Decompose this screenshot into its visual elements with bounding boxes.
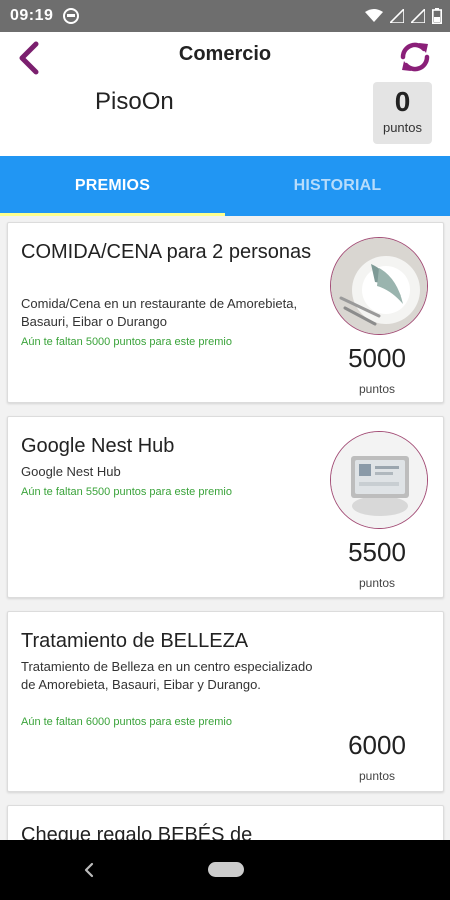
points-label: puntos — [382, 120, 423, 135]
reward-description: Google Nest Hub — [21, 464, 121, 479]
signal-icon — [390, 9, 404, 23]
shop-name: PisoOn — [95, 88, 174, 115]
status-bar: 09:19 — [0, 0, 450, 32]
dinner-plate-image — [330, 237, 428, 335]
reward-card[interactable]: COMIDA/CENA para 2 personas Comida/Cena … — [7, 222, 444, 403]
signal-icon — [411, 9, 425, 23]
reward-card[interactable]: Tratamiento de BELLEZA Tratamiento de Be… — [7, 611, 444, 792]
reward-missing-points: Aún te faltan 6000 puntos para este prem… — [21, 716, 232, 728]
reward-title: COMIDA/CENA para 2 personas — [21, 241, 312, 263]
reward-points-label: puntos — [358, 382, 396, 396]
reward-points: 6000 — [348, 730, 406, 760]
smart-display-image — [330, 431, 428, 529]
status-icons — [365, 8, 442, 24]
battery-icon — [432, 8, 442, 24]
reward-description: Tratamiento de Belleza en un centro espe… — [21, 659, 313, 692]
reward-card[interactable]: Cheque regalo BEBÉS de — [7, 805, 444, 840]
reward-points: 5500 — [348, 537, 406, 567]
status-time: 09:19 — [10, 7, 54, 24]
refresh-icon — [400, 42, 430, 72]
points-badge: 0 puntos — [373, 82, 432, 144]
reward-title: Tratamiento de BELLEZA — [21, 630, 249, 652]
nav-back-icon[interactable] — [78, 858, 98, 882]
dnd-icon — [63, 8, 80, 24]
reward-card[interactable]: Google Nest Hub Google Nest Hub Aún te f… — [7, 416, 444, 598]
system-nav-bar — [0, 840, 450, 900]
points-value: 0 — [394, 86, 411, 117]
reward-points: 5000 — [348, 343, 406, 373]
nav-home-pill[interactable] — [208, 862, 244, 877]
reward-points-label: puntos — [358, 769, 396, 783]
reward-missing-points: Aún te faltan 5000 puntos para este prem… — [21, 336, 232, 348]
tab-historial[interactable]: HISTORIAL — [225, 156, 450, 216]
app-header: Comercio PisoOn 0 puntos — [0, 32, 450, 156]
reward-title: Cheque regalo BEBÉS de — [21, 824, 253, 840]
page-title: Comercio — [178, 43, 272, 65]
reward-points-label: puntos — [358, 576, 396, 590]
refresh-button[interactable] — [396, 38, 434, 76]
reward-list[interactable]: COMIDA/CENA para 2 personas Comida/Cena … — [0, 216, 450, 840]
tab-bar: PREMIOS HISTORIAL — [0, 156, 450, 216]
reward-description: Comida/Cena en un restaurante de Amorebi… — [21, 296, 298, 329]
wifi-icon — [365, 9, 383, 22]
reward-missing-points: Aún te faltan 5500 puntos para este prem… — [21, 486, 232, 498]
reward-title: Google Nest Hub — [21, 435, 175, 457]
tab-premios[interactable]: PREMIOS — [0, 156, 225, 216]
